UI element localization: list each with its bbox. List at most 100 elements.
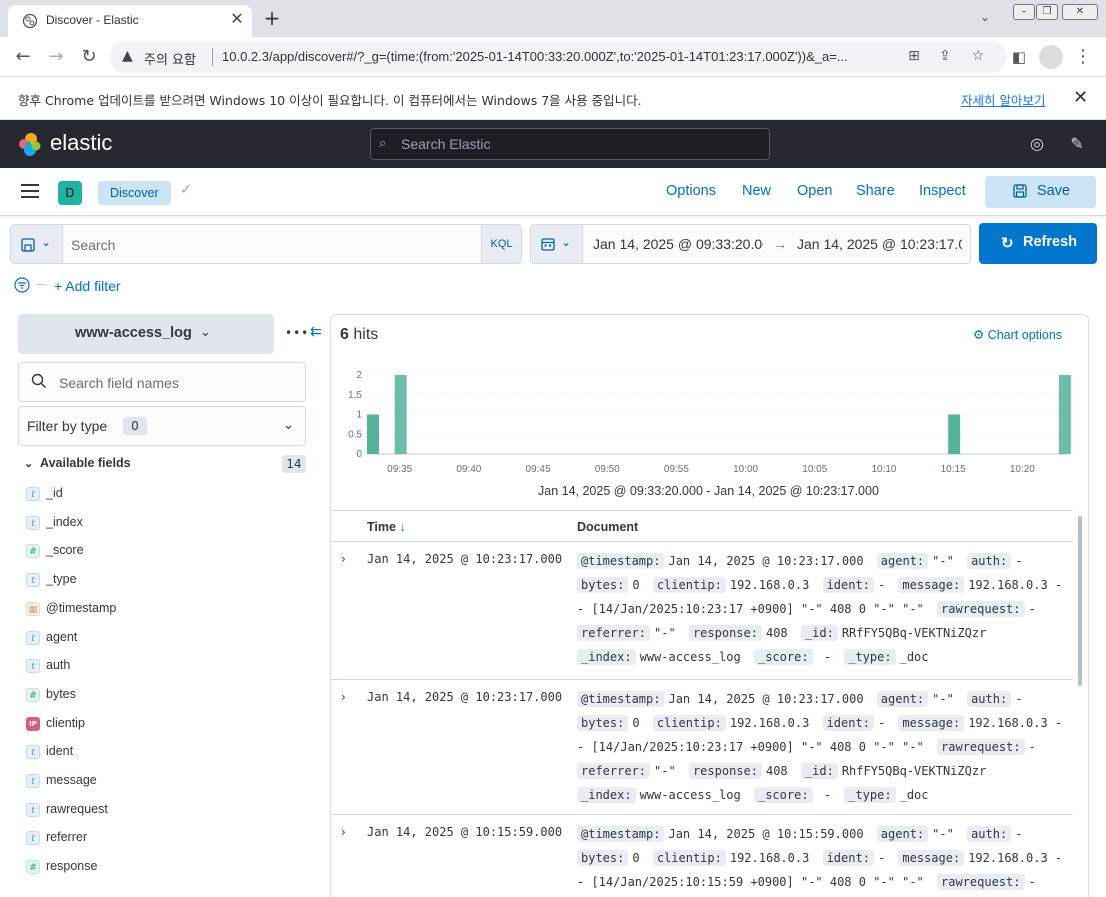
field-name: ident xyxy=(46,744,74,759)
index-pattern-selector[interactable]: www-access_log ⌄ xyxy=(18,314,274,354)
histogram-bar[interactable] xyxy=(394,375,407,454)
field-name: auth xyxy=(46,658,71,673)
quick-select-button[interactable]: ⌄ xyxy=(531,225,583,263)
elastic-logo-text[interactable]: elastic xyxy=(50,130,112,156)
doc-field-key: response: xyxy=(688,625,762,641)
doc-field-value: Jan 14, 2025 @ 10:15:59.000 xyxy=(668,827,864,841)
doc-field-key: ident: xyxy=(822,715,874,731)
available-fields-toggle[interactable]: ⌄ Available fields xyxy=(24,456,131,470)
doc-field-key: referrer: xyxy=(577,763,651,779)
field-name: _index xyxy=(46,514,83,529)
doc-field-key: @timestamp: xyxy=(577,691,665,707)
restore-button[interactable]: ❐ xyxy=(1036,4,1058,20)
refresh-icon: ↻ xyxy=(1001,235,1014,252)
field-item[interactable]: # _score xyxy=(26,541,306,561)
sort-arrow-icon: ↓ xyxy=(399,520,406,534)
url-text[interactable]: 10.0.2.3/app/discover#/?_g=(time:(from:'… xyxy=(222,49,902,64)
tab-close-icon[interactable]: ✕ xyxy=(228,10,246,28)
browser-tab[interactable]: Discover - Elastic ✕ xyxy=(8,5,252,37)
field-item[interactable]: # bytes xyxy=(26,685,306,705)
doc-field-value: - xyxy=(1015,827,1023,841)
row-document: @timestamp: Jan 14, 2025 @ 10:23:17.000 a… xyxy=(577,549,1065,669)
forward-icon[interactable]: → xyxy=(45,46,67,68)
open-link[interactable]: Open xyxy=(797,183,832,199)
field-item[interactable]: # response xyxy=(26,857,306,877)
reload-icon[interactable]: ↻ xyxy=(78,46,100,68)
more-options-icon[interactable]: ••• xyxy=(285,326,309,340)
query-input[interactable]: Search xyxy=(71,237,115,253)
row-timestamp: Jan 14, 2025 @ 10:23:17.000 xyxy=(367,690,563,704)
expand-row-icon[interactable]: › xyxy=(341,690,346,704)
filter-icon[interactable] xyxy=(14,277,30,293)
minimize-button[interactable]: – xyxy=(1013,4,1035,20)
inspect-link[interactable]: Inspect xyxy=(919,183,966,199)
expand-row-icon[interactable]: › xyxy=(341,825,346,839)
field-item[interactable]: t _index xyxy=(26,513,306,533)
tab-search-icon[interactable]: ⌄ xyxy=(980,10,990,24)
start-date[interactable]: Jan 14, 2025 @ 09:33:20.000 xyxy=(593,236,763,252)
browser-menu-icon[interactable]: ⋮ xyxy=(1072,46,1094,68)
space-avatar[interactable]: D xyxy=(58,181,82,205)
histogram-bar[interactable] xyxy=(1058,375,1071,454)
tab-title: Discover - Elastic xyxy=(46,13,139,27)
field-item[interactable]: t auth xyxy=(26,656,306,676)
histogram-bar[interactable] xyxy=(948,414,961,455)
new-link[interactable]: New xyxy=(742,183,771,199)
refresh-button[interactable]: ↻ Refresh xyxy=(979,223,1097,264)
field-item[interactable]: t rawrequest xyxy=(26,800,306,820)
share-icon[interactable]: ⇪ xyxy=(936,48,954,64)
field-search-input[interactable]: Search field names xyxy=(18,362,306,402)
filter-by-type-dropdown[interactable]: Filter by type 0 ⌄ xyxy=(18,406,306,446)
save-button[interactable]: Save xyxy=(985,176,1096,208)
field-item[interactable]: t message xyxy=(26,771,306,791)
translate-icon[interactable]: ⊞ xyxy=(905,48,923,64)
infobar-learn-more-link[interactable]: 자세히 알아보기 xyxy=(961,90,1045,109)
new-tab-button[interactable]: + xyxy=(262,8,282,28)
add-filter-button[interactable]: + Add filter xyxy=(54,278,121,294)
field-item[interactable]: ▦ @timestamp xyxy=(26,599,306,619)
news-feed-icon[interactable]: ✎ xyxy=(1067,134,1087,154)
time-column-header[interactable]: Time ↓ xyxy=(367,520,406,534)
close-window-button[interactable]: ✕ xyxy=(1062,4,1098,20)
back-icon[interactable]: ← xyxy=(12,46,34,68)
breadcrumb[interactable]: Discover xyxy=(98,181,171,205)
collapse-sidebar-icon[interactable]: ⇇ xyxy=(310,324,322,340)
doc-field-key: _id: xyxy=(800,625,838,641)
date-picker: ⌄ Jan 14, 2025 @ 09:33:20.000 → Jan 14, … xyxy=(530,224,971,264)
bookmark-star-icon[interactable]: ☆ xyxy=(969,48,987,64)
field-item[interactable]: t agent xyxy=(26,628,306,648)
options-link[interactable]: Options xyxy=(666,183,716,199)
time-column-label: Time xyxy=(367,520,396,534)
profile-avatar-icon[interactable] xyxy=(1039,45,1063,69)
doc-field-value: www-access_log xyxy=(639,788,741,802)
global-search-placeholder: Search Elastic xyxy=(401,136,491,152)
field-name: _score xyxy=(46,543,84,558)
global-search-input[interactable]: ⌕ Search Elastic xyxy=(370,128,770,160)
address-bar[interactable]: ▲ 주의 요함 10.0.2.3/app/discover#/?_g=(time… xyxy=(110,41,1006,73)
hits-count: 6 hits xyxy=(340,326,378,344)
histogram-bar[interactable] xyxy=(367,414,379,455)
field-item[interactable]: t ident xyxy=(26,742,306,762)
filter-divider xyxy=(36,284,46,285)
chart-options-button[interactable]: ⚙ Chart options xyxy=(973,327,1062,342)
expand-row-icon[interactable]: › xyxy=(341,552,346,566)
infobar-close-icon[interactable]: ✕ xyxy=(1073,87,1088,108)
warning-icon[interactable]: ▲ xyxy=(122,48,133,64)
field-item[interactable]: t referrer xyxy=(26,828,306,848)
field-item[interactable]: t _id xyxy=(26,484,306,504)
security-label[interactable]: 주의 요함 xyxy=(144,49,196,68)
end-date[interactable]: Jan 14, 2025 @ 10:23:17.000 xyxy=(797,236,962,252)
field-item[interactable]: t _type xyxy=(26,570,306,590)
menu-icon[interactable] xyxy=(21,184,39,198)
scrollbar[interactable] xyxy=(1078,516,1082,686)
saved-query-button[interactable]: ⌄ xyxy=(11,225,63,263)
elastic-logo-icon[interactable] xyxy=(18,132,42,156)
side-panel-icon[interactable]: ◧ xyxy=(1008,46,1030,68)
help-icon[interactable]: ◎ xyxy=(1027,134,1047,154)
share-link[interactable]: Share xyxy=(856,183,895,199)
field-item[interactable]: IP clientip xyxy=(26,714,306,734)
kql-toggle[interactable]: KQL xyxy=(481,225,521,263)
filter-by-type-label: Filter by type xyxy=(27,418,108,434)
y-tick-label: 1.5 xyxy=(348,390,362,401)
chevron-down-icon: ⌄ xyxy=(200,325,211,340)
